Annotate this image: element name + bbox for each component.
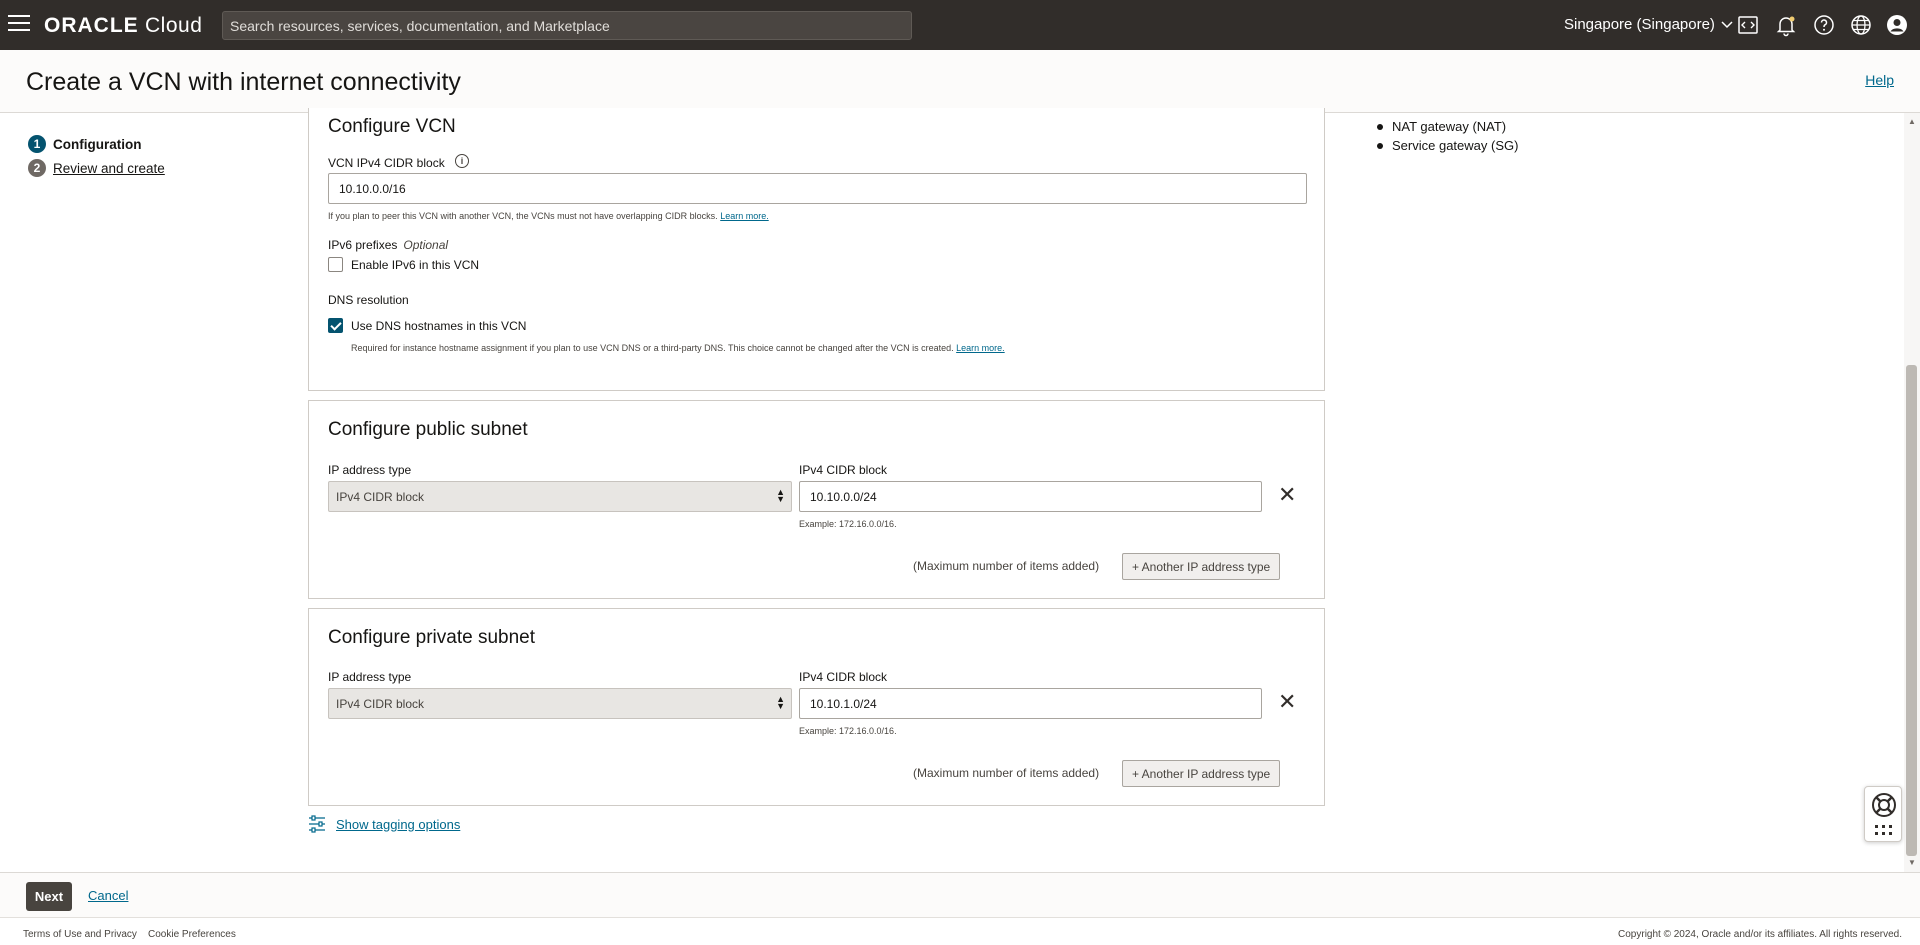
lifebuoy-icon[interactable] (1871, 792, 1897, 818)
another-ip-address-type-button[interactable]: + Another IP address type (1122, 553, 1281, 580)
public-subnet-cidr-input[interactable] (799, 481, 1262, 512)
section-title: Configure VCN (328, 116, 456, 137)
region-selector[interactable]: Singapore (Singapore) (1564, 16, 1733, 33)
cloud-shell-icon[interactable] (1736, 13, 1760, 37)
sliders-icon (309, 815, 325, 833)
gateway-list: NAT gateway (NAT) Service gateway (SG) (1375, 119, 1518, 157)
cidr-example: Example: 172.16.0.0/16. (799, 519, 897, 529)
private-subnet-cidr-input[interactable] (799, 688, 1262, 719)
max-items-note: (Maximum number of items added) (913, 559, 1100, 573)
dns-hostnames-checkbox[interactable] (328, 318, 343, 333)
remove-close-icon[interactable]: ✕ (1278, 484, 1296, 506)
oracle-cloud-logo[interactable]: ORACLE Cloud (44, 14, 202, 38)
select-value: IPv4 CIDR block (336, 489, 425, 504)
select-value: IPv4 CIDR block (336, 696, 425, 711)
optional-tag: Optional (403, 238, 449, 252)
help-text: Required for instance hostname assignmen… (351, 343, 954, 353)
chevron-down-icon (1721, 20, 1733, 28)
help-link[interactable]: Help (1865, 72, 1894, 88)
ipv6-label-text: IPv6 prefixes (328, 238, 398, 252)
cancel-link[interactable]: Cancel (88, 888, 128, 903)
ip-address-type-select[interactable]: IPv4 CIDR block ▲ ▼ (328, 481, 792, 512)
learn-more-link[interactable]: Learn more. (720, 211, 769, 221)
step-number: 1 (28, 135, 46, 153)
info-icon[interactable]: i (455, 154, 469, 168)
select-arrows-icon: ▲ ▼ (776, 487, 785, 504)
scroll-down-arrow-icon[interactable]: ▼ (1908, 858, 1916, 867)
ipv6-prefixes-label: IPv6 prefixes Optional (328, 238, 448, 252)
show-tagging-options[interactable]: Show tagging options (308, 815, 460, 833)
dns-hostnames-label[interactable]: Use DNS hostnames in this VCN (351, 319, 526, 333)
action-bar: Next Cancel (0, 872, 1920, 917)
ipv4-cidr-label: IPv4 CIDR block (799, 670, 888, 684)
configure-public-subnet-section: Configure public subnet IP address type … (308, 400, 1325, 599)
dns-help: Required for instance hostname assignmen… (351, 343, 1005, 353)
logo-oracle-text: ORACLE (44, 14, 139, 37)
ipv4-cidr-label: IPv4 CIDR block (799, 463, 888, 477)
ip-address-type-select[interactable]: IPv4 CIDR block ▲ ▼ (328, 688, 792, 719)
list-item: Service gateway (SG) (1375, 138, 1518, 157)
ip-address-type-label: IP address type (328, 670, 412, 684)
configure-vcn-section: Configure VCN VCN IPv4 CIDR block i If y… (308, 108, 1325, 391)
configure-private-subnet-section: Configure private subnet IP address type… (308, 608, 1325, 806)
section-title: Configure private subnet (328, 627, 536, 648)
logo-cloud-text: Cloud (145, 14, 203, 37)
enable-ipv6-checkbox[interactable] (328, 257, 343, 272)
footer: Terms of Use and Privacy Cookie Preferen… (0, 917, 1920, 945)
menu-icon[interactable] (8, 15, 30, 33)
section-title: Configure public subnet (328, 419, 528, 440)
page-title: Create a VCN with internet connectivity (26, 68, 461, 96)
wizard-steps: 1 Configuration 2 Review and create (28, 132, 165, 180)
list-item: NAT gateway (NAT) (1375, 119, 1518, 138)
step-review-and-create[interactable]: 2 Review and create (28, 156, 165, 180)
apps-grid-icon[interactable] (1874, 824, 1894, 836)
another-ip-address-type-button[interactable]: + Another IP address type (1122, 760, 1281, 787)
learn-more-link[interactable]: Learn more. (956, 343, 1005, 353)
dns-resolution-label: DNS resolution (328, 293, 409, 307)
top-navigation-bar: ORACLE Cloud Singapore (Singapore) (0, 0, 1920, 50)
vcn-cidr-help: If you plan to peer this VCN with anothe… (328, 211, 769, 221)
scroll-up-arrow-icon[interactable]: ▲ (1908, 117, 1916, 126)
select-arrows-icon: ▲ ▼ (776, 694, 785, 711)
help-question-icon[interactable] (1812, 13, 1836, 37)
remove-close-icon[interactable]: ✕ (1278, 691, 1296, 713)
cookie-preferences-link[interactable]: Cookie Preferences (148, 929, 236, 940)
notifications-bell-icon[interactable] (1774, 13, 1798, 37)
user-profile-icon[interactable] (1885, 13, 1909, 37)
max-items-note: (Maximum number of items added) (913, 766, 1100, 780)
vcn-cidr-input[interactable] (328, 173, 1307, 204)
search-input[interactable] (222, 11, 912, 40)
ip-address-type-label: IP address type (328, 463, 412, 477)
copyright-text: Copyright © 2024, Oracle and/or its affi… (1618, 929, 1902, 940)
language-globe-icon[interactable] (1849, 13, 1873, 37)
support-widget[interactable] (1864, 786, 1902, 842)
vcn-cidr-label: VCN IPv4 CIDR block (328, 156, 445, 170)
step-number: 2 (28, 159, 46, 177)
show-tagging-options-link[interactable]: Show tagging options (336, 817, 460, 832)
step-configuration[interactable]: 1 Configuration (28, 132, 165, 156)
next-button[interactable]: Next (26, 882, 72, 911)
region-label: Singapore (Singapore) (1564, 16, 1715, 33)
step-label: Configuration (53, 136, 142, 152)
cidr-example: Example: 172.16.0.0/16. (799, 726, 897, 736)
scrollbar-thumb[interactable] (1906, 365, 1917, 856)
help-text: If you plan to peer this VCN with anothe… (328, 211, 718, 221)
step-label[interactable]: Review and create (53, 161, 165, 176)
page-header: Create a VCN with internet connectivity … (0, 50, 1920, 113)
enable-ipv6-label[interactable]: Enable IPv6 in this VCN (351, 258, 479, 272)
terms-link[interactable]: Terms of Use and Privacy (23, 929, 137, 940)
